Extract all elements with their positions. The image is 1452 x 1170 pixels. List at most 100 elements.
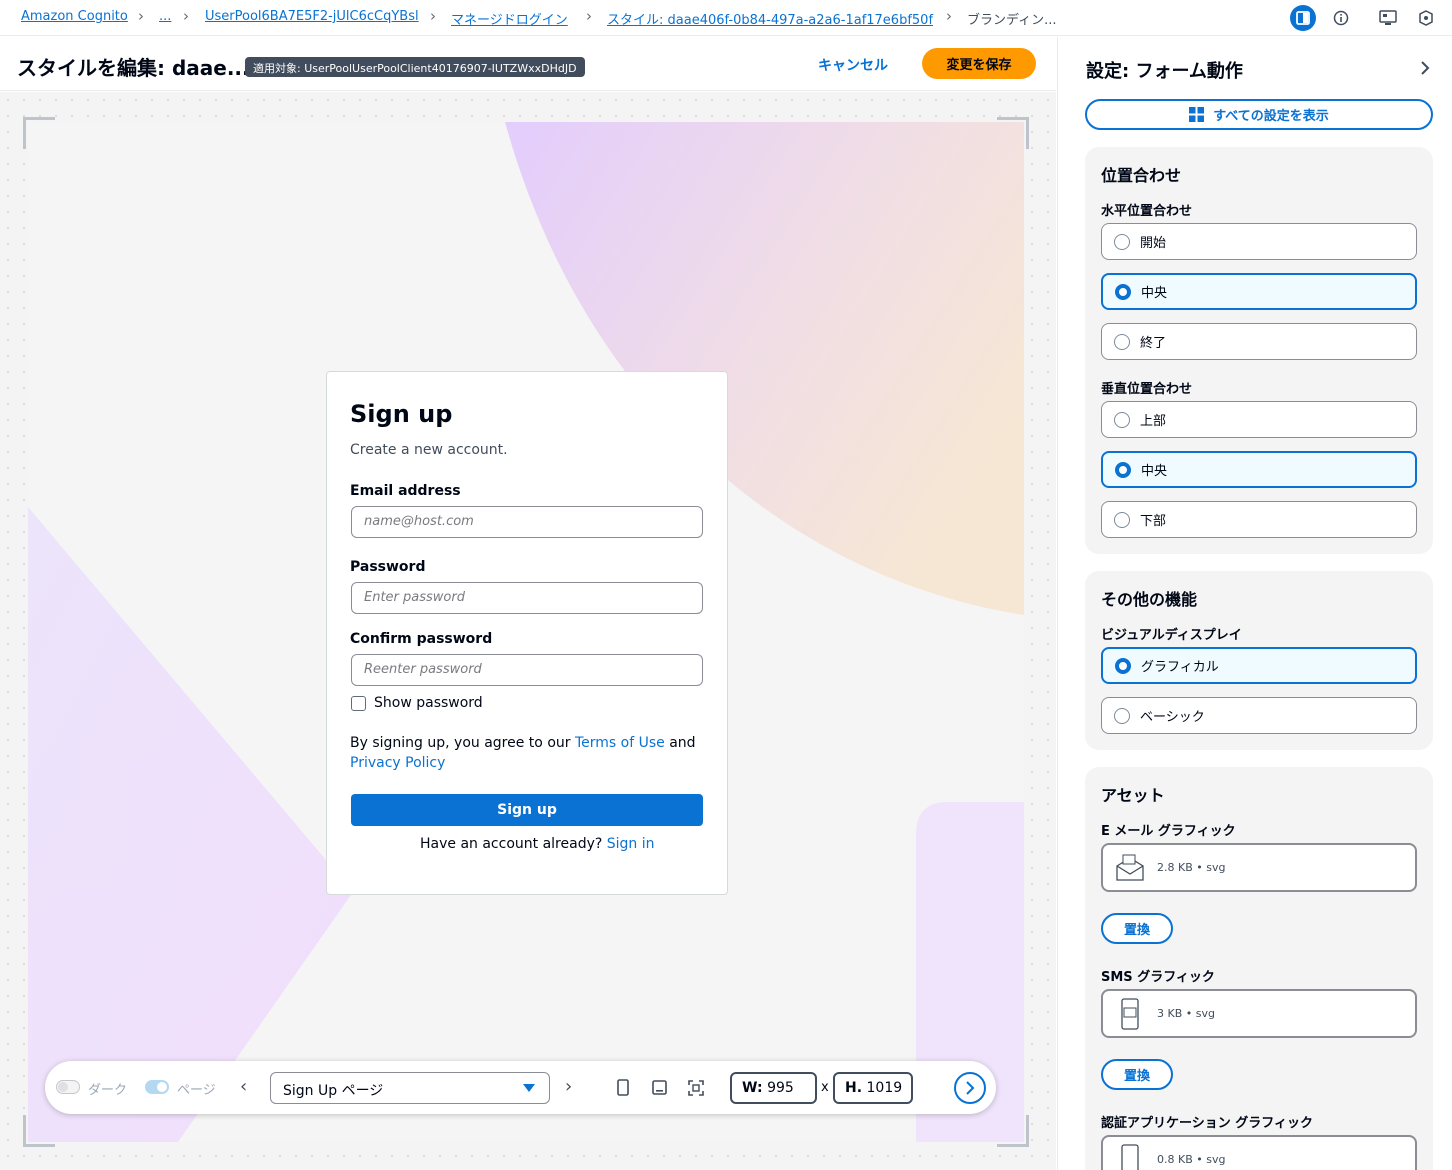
- page-select[interactable]: Sign Up ページ: [270, 1072, 550, 1104]
- option-label: 上部: [1140, 414, 1167, 429]
- save-changes-button[interactable]: 変更を保存: [922, 48, 1036, 79]
- visual-option-graphical[interactable]: グラフィカル: [1101, 647, 1417, 684]
- visual-option-basic[interactable]: ベーシック: [1101, 697, 1417, 734]
- option-label: 中央: [1141, 464, 1168, 479]
- option-label: 終了: [1140, 336, 1167, 351]
- terms-prefix: By signing up, you agree to our: [350, 735, 571, 751]
- vertical-option-top[interactable]: 上部: [1101, 401, 1417, 438]
- email-graphic-icon: [1116, 854, 1144, 881]
- show-all-settings-label: すべての設定を表示: [1213, 109, 1329, 124]
- terms-of-use-link[interactable]: Terms of Use: [575, 735, 665, 751]
- sms-graphic-asset: 3 KB • svg: [1101, 989, 1417, 1038]
- page-toggle-label: ページ: [177, 1083, 216, 1098]
- radio-icon: [1114, 511, 1130, 528]
- height-field[interactable]: H. 1019: [833, 1072, 913, 1104]
- sign-up-button[interactable]: Sign up: [351, 794, 703, 826]
- horizontal-option-end[interactable]: 終了: [1101, 323, 1417, 360]
- signup-title: Sign up: [350, 400, 453, 428]
- vertical-option-center[interactable]: 中央: [1101, 451, 1417, 488]
- frame-corner: [997, 117, 1029, 149]
- option-label: 下部: [1140, 514, 1167, 529]
- have-account-label: Have an account already?: [420, 836, 603, 852]
- option-label: 開始: [1140, 236, 1167, 251]
- grid-icon: [1189, 107, 1205, 122]
- option-label: ベーシック: [1140, 710, 1205, 725]
- panel-toggle-icon[interactable]: [1290, 5, 1316, 31]
- breadcrumb-separator-icon: ›: [946, 7, 952, 25]
- email-label: Email address: [350, 483, 461, 499]
- frame-corner: [997, 1115, 1029, 1147]
- width-value: 995: [767, 1080, 794, 1096]
- breadcrumb-managed-login[interactable]: マネージドログイン: [451, 9, 568, 28]
- height-value: 1019: [866, 1080, 903, 1096]
- radio-selected-icon: [1115, 461, 1131, 478]
- preview-display-icon[interactable]: [1375, 5, 1401, 31]
- terms-and: and: [669, 735, 696, 751]
- panel-title: 設定: フォーム動作: [1086, 61, 1243, 82]
- breadcrumb-style[interactable]: スタイル: daae406f-0b84-497a-a2a6-1af17e6bf5…: [607, 9, 933, 28]
- radio-selected-icon: [1115, 657, 1131, 674]
- dark-mode-label: ダーク: [88, 1083, 128, 1098]
- expand-toolbar-button[interactable]: [954, 1072, 986, 1104]
- password-field[interactable]: Enter password: [351, 582, 703, 614]
- other-features-title: その他の機能: [1101, 590, 1198, 609]
- sms-graphic-icon: [1121, 997, 1139, 1030]
- page-title: スタイルを編集: daae...: [17, 56, 250, 80]
- page-select-value: Sign Up ページ: [283, 1083, 384, 1099]
- visual-display-label: ビジュアルディスプレイ: [1101, 628, 1242, 643]
- breadcrumb-ellipsis[interactable]: ...: [159, 9, 171, 24]
- breadcrumb-separator-icon: ›: [138, 7, 144, 25]
- authenticator-graphic-meta: 0.8 KB • svg: [1157, 1153, 1226, 1166]
- show-all-settings-button[interactable]: すべての設定を表示: [1085, 99, 1433, 130]
- vertical-option-bottom[interactable]: 下部: [1101, 501, 1417, 538]
- sms-graphic-meta: 3 KB • svg: [1157, 1007, 1215, 1020]
- horizontal-alignment-label: 水平位置合わせ: [1101, 204, 1193, 219]
- radio-icon: [1114, 707, 1130, 724]
- email-field[interactable]: name@host.com: [351, 506, 703, 538]
- authenticator-graphic-asset: 0.8 KB • svg: [1101, 1135, 1417, 1170]
- frame-corner: [23, 117, 55, 149]
- sms-graphic-label: SMS グラフィック: [1101, 970, 1215, 985]
- terms-text: By signing up, you agree to our Terms of…: [350, 735, 696, 751]
- cancel-button[interactable]: キャンセル: [818, 55, 888, 75]
- alignment-title: 位置合わせ: [1101, 166, 1182, 185]
- breadcrumb-branding: ブランディン...: [967, 13, 1057, 28]
- dark-mode-toggle[interactable]: [56, 1080, 80, 1094]
- width-field[interactable]: W: 995: [730, 1072, 817, 1104]
- frame-corner: [23, 1115, 55, 1147]
- email-graphic-asset: 2.8 KB • svg: [1101, 843, 1417, 892]
- authenticator-graphic-label: 認証アプリケーション グラフィック: [1101, 1116, 1314, 1131]
- fit-screen-icon[interactable]: [688, 1080, 704, 1096]
- privacy-policy-link[interactable]: Privacy Policy: [350, 755, 445, 771]
- horizontal-option-center[interactable]: 中央: [1101, 273, 1417, 310]
- email-graphic-label: E メール グラフィック: [1101, 824, 1236, 839]
- sign-in-link[interactable]: Sign in: [607, 836, 655, 852]
- email-graphic-meta: 2.8 KB • svg: [1157, 861, 1226, 874]
- dimension-separator: x: [821, 1080, 829, 1095]
- breadcrumb-cognito[interactable]: Amazon Cognito: [21, 9, 128, 24]
- assets-title: アセット: [1101, 786, 1165, 805]
- radio-selected-icon: [1115, 283, 1131, 300]
- chevron-right-icon[interactable]: [1420, 60, 1430, 76]
- height-label: H.: [845, 1080, 863, 1096]
- caret-down-icon: [523, 1084, 535, 1092]
- mobile-view-icon[interactable]: [617, 1079, 629, 1096]
- horizontal-option-start[interactable]: 開始: [1101, 223, 1417, 260]
- radio-icon: [1114, 233, 1130, 250]
- next-page-icon[interactable]: ›: [565, 1076, 572, 1097]
- replace-email-graphic-button[interactable]: 置換: [1101, 913, 1173, 944]
- settings-shield-icon[interactable]: [1413, 5, 1439, 31]
- breadcrumb-userpool[interactable]: UserPool6BA7E5F2-jUlC6cCqYBsl: [205, 9, 419, 24]
- info-icon[interactable]: [1328, 5, 1354, 31]
- show-password-checkbox[interactable]: [351, 696, 366, 711]
- replace-sms-graphic-button[interactable]: 置換: [1101, 1059, 1173, 1090]
- confirm-password-field[interactable]: Reenter password: [351, 654, 703, 686]
- option-label: グラフィカル: [1141, 660, 1219, 675]
- tablet-view-icon[interactable]: [652, 1080, 667, 1095]
- previous-page-icon[interactable]: ‹: [240, 1076, 247, 1097]
- radio-icon: [1114, 411, 1130, 428]
- page-toggle[interactable]: [145, 1080, 169, 1094]
- radio-icon: [1114, 333, 1130, 350]
- breadcrumb-separator-icon: ›: [430, 7, 436, 25]
- signup-subtitle: Create a new account.: [350, 442, 508, 458]
